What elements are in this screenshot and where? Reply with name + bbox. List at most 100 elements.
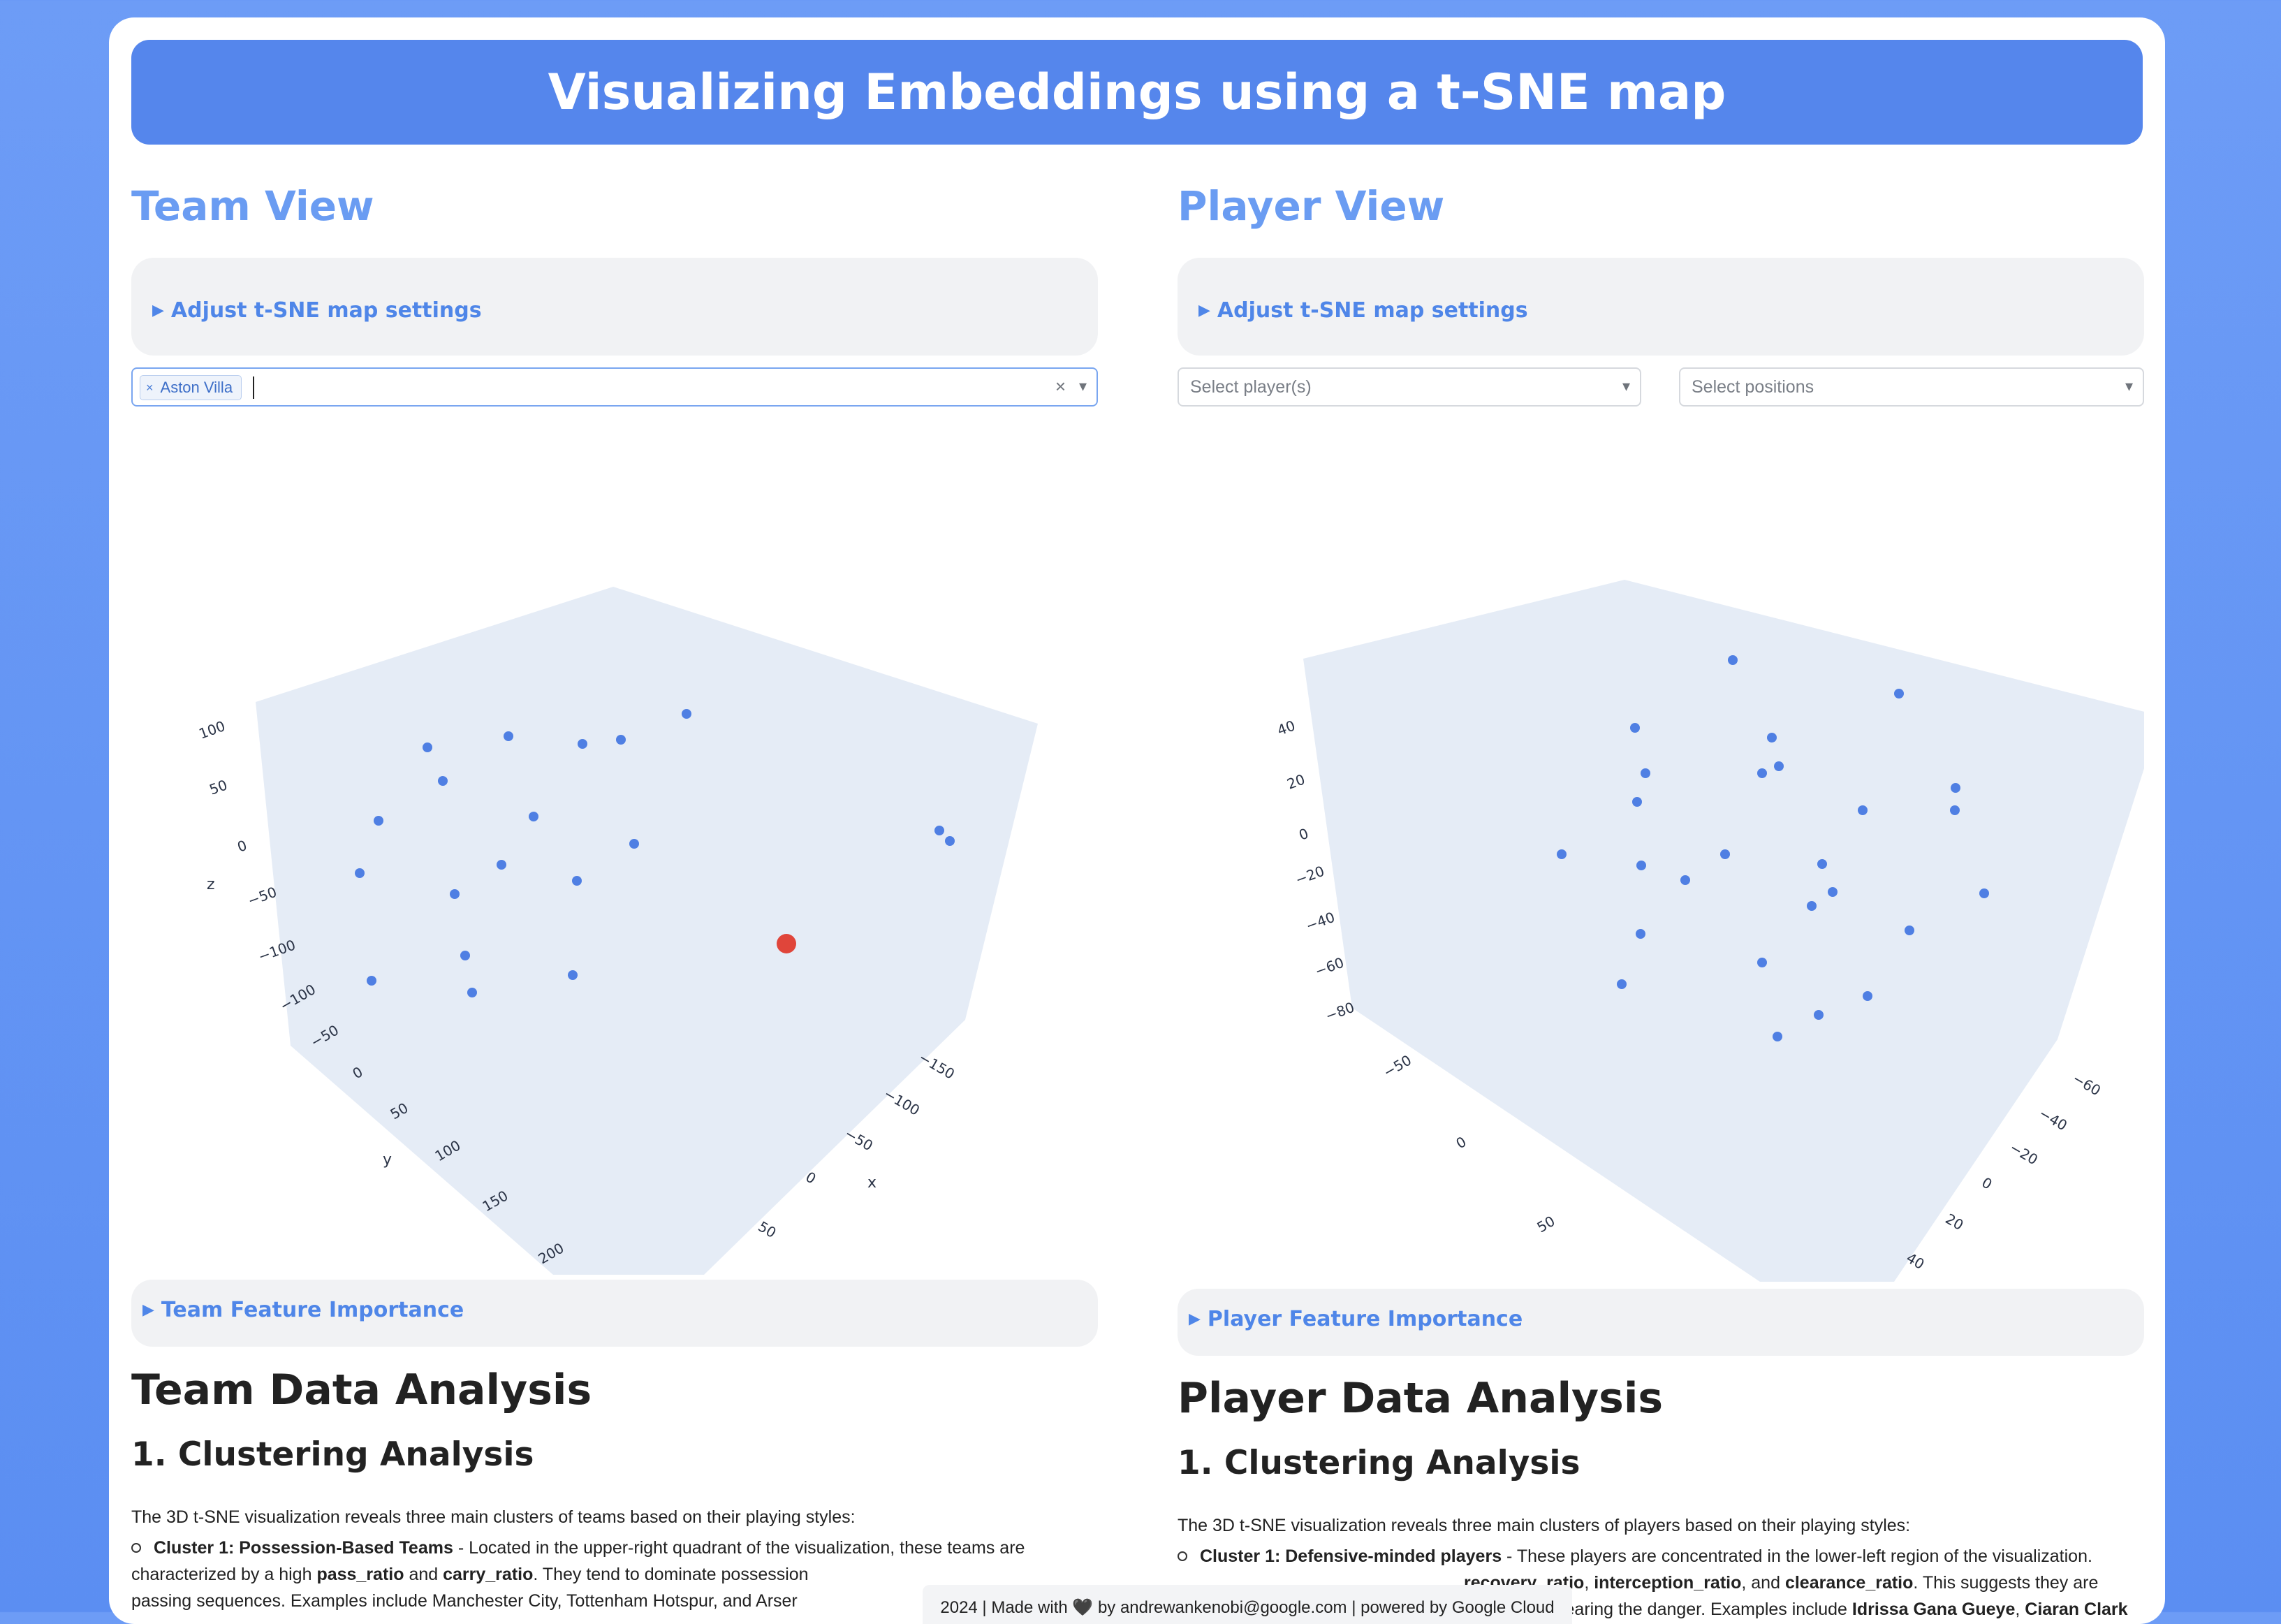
x-tick: −100 <box>881 1085 923 1119</box>
team-point <box>504 731 513 741</box>
player-settings-label: Adjust t-SNE map settings <box>1217 298 1528 323</box>
cluster-text: . This suggests they are <box>1913 1573 2099 1593</box>
player-feature-importance-panel[interactable]: ▶ Player Feature Importance <box>1178 1289 2144 1356</box>
player-point <box>1863 991 1872 1001</box>
footer: 2024 | Made with 🖤 by andrewankenobi@goo… <box>923 1585 1572 1624</box>
bullet-marker <box>131 1543 141 1553</box>
z-tick: −60 <box>1313 954 1347 980</box>
cluster-feature: carry_ratio <box>443 1565 534 1584</box>
chevron-down-icon[interactable]: ▾ <box>1622 377 1630 395</box>
team-point <box>568 970 578 980</box>
player-point <box>1617 979 1627 989</box>
team-point <box>682 709 691 719</box>
player-feature-label: Player Feature Importance <box>1207 1307 1523 1331</box>
player-select-placeholder: Select player(s) <box>1190 377 1312 397</box>
team-point <box>374 816 383 826</box>
player-view-title: Player View <box>1178 182 1445 230</box>
expand-triangle-icon: ▶ <box>1189 1310 1201 1328</box>
team-view-title: Team View <box>131 182 374 230</box>
player-point <box>1807 901 1817 911</box>
position-select[interactable]: Select positions ▾ <box>1679 367 2144 407</box>
player-point <box>1979 888 1989 898</box>
team-point <box>367 976 376 986</box>
y-tick: −50 <box>1381 1051 1415 1081</box>
z-tick: 50 <box>207 776 230 798</box>
player-clustering-heading: 1. Clustering Analysis <box>1178 1444 1580 1482</box>
main-card: Visualizing Embeddings using a t-SNE map… <box>109 17 2165 1624</box>
z-tick: 40 <box>1275 717 1298 738</box>
team-settings-panel[interactable]: ▶ Adjust t-SNE map settings <box>131 258 1098 356</box>
x-tick: 50 <box>756 1218 779 1242</box>
expand-triangle-icon: ▶ <box>152 302 164 319</box>
team-point <box>450 889 460 899</box>
selected-team-label: Aston Villa <box>160 379 233 396</box>
chevron-down-icon[interactable]: ▾ <box>1079 377 1087 395</box>
player-feature-toggle[interactable]: ▶ Player Feature Importance <box>1189 1307 1523 1331</box>
selected-team-tag: × Aston Villa <box>140 375 242 400</box>
clear-selection-icon[interactable]: × <box>1055 376 1066 397</box>
z-axis-label: z <box>207 876 215 893</box>
player-settings-panel[interactable]: ▶ Adjust t-SNE map settings <box>1178 258 2144 356</box>
x-tick: −40 <box>2037 1105 2071 1134</box>
player-select[interactable]: Select player(s) ▾ <box>1178 367 1641 407</box>
player-settings-toggle[interactable]: ▶ Adjust t-SNE map settings <box>1198 298 1528 323</box>
team-point <box>438 776 448 786</box>
player-tsne-plot[interactable]: 40 20 0 −20 −40 −60 −80 −50 0 50 −60 −40… <box>1178 562 2144 1282</box>
z-tick: 0 <box>235 837 249 856</box>
cluster-feature: interception_ratio <box>1594 1573 1742 1593</box>
team-tsne-plot[interactable]: 100 50 0 −50 −100 z −100 −50 0 50 100 15… <box>131 555 1098 1275</box>
player-point <box>1767 733 1777 742</box>
z-tick: −40 <box>1304 909 1337 935</box>
team-point <box>616 735 626 745</box>
team-settings-toggle[interactable]: ▶ Adjust t-SNE map settings <box>152 298 482 323</box>
player-point <box>1950 805 1960 815</box>
chevron-down-icon[interactable]: ▾ <box>2125 377 2133 395</box>
team-settings-label: Adjust t-SNE map settings <box>170 298 482 323</box>
player-point <box>1636 861 1646 870</box>
x-tick: −50 <box>842 1125 877 1155</box>
team-feature-toggle[interactable]: ▶ Team Feature Importance <box>142 1298 464 1322</box>
team-feature-importance-panel[interactable]: ▶ Team Feature Importance <box>131 1280 1098 1347</box>
player-point <box>1773 1032 1782 1041</box>
y-axis-label: y <box>383 1151 392 1169</box>
z-tick: 0 <box>1297 825 1311 844</box>
player-point <box>1774 761 1784 771</box>
player-intro-text: The 3D t-SNE visualization reveals three… <box>1178 1516 1911 1535</box>
player-point <box>1817 859 1827 869</box>
team-analysis-heading: Team Data Analysis <box>131 1366 592 1414</box>
page-title: Visualizing Embeddings using a t-SNE map <box>131 40 2143 145</box>
cluster-text: - These players are concentrated in the … <box>1502 1546 2092 1566</box>
team-point <box>945 836 955 846</box>
team-point <box>529 812 538 821</box>
player-point <box>1728 655 1738 665</box>
z-tick: 20 <box>1285 770 1307 792</box>
player-point <box>1858 805 1868 815</box>
player-point <box>1630 723 1640 733</box>
player-point <box>1636 929 1645 939</box>
player-point <box>1557 849 1567 859</box>
position-select-placeholder: Select positions <box>1692 377 1814 397</box>
x-tick: 0 <box>1979 1174 1995 1193</box>
z-tick: −50 <box>246 884 279 909</box>
cluster-example: Idrissa Gana Gueye <box>1851 1600 2016 1619</box>
player-point <box>1814 1010 1824 1020</box>
team-clustering-heading: 1. Clustering Analysis <box>131 1435 534 1474</box>
expand-triangle-icon: ▶ <box>1198 302 1210 319</box>
team-feature-label: Team Feature Importance <box>161 1298 464 1322</box>
team-point <box>467 988 477 997</box>
team-point <box>423 742 432 752</box>
cluster-label: Cluster 1: Possession-Based Teams <box>154 1538 453 1558</box>
team-point <box>629 839 639 849</box>
team-point <box>578 739 587 749</box>
player-point <box>1757 958 1767 967</box>
player-point <box>1951 783 1960 793</box>
player-point <box>1757 768 1767 778</box>
x-tick: −20 <box>2007 1139 2041 1169</box>
remove-tag-icon[interactable]: × <box>146 381 154 395</box>
player-point <box>1894 689 1904 698</box>
player-analysis-heading: Player Data Analysis <box>1178 1374 1664 1423</box>
team-point <box>934 826 944 835</box>
team-point <box>355 868 365 878</box>
team-select[interactable]: × Aston Villa × ▾ <box>131 367 1098 407</box>
player-plot-plane <box>1303 580 2144 1282</box>
